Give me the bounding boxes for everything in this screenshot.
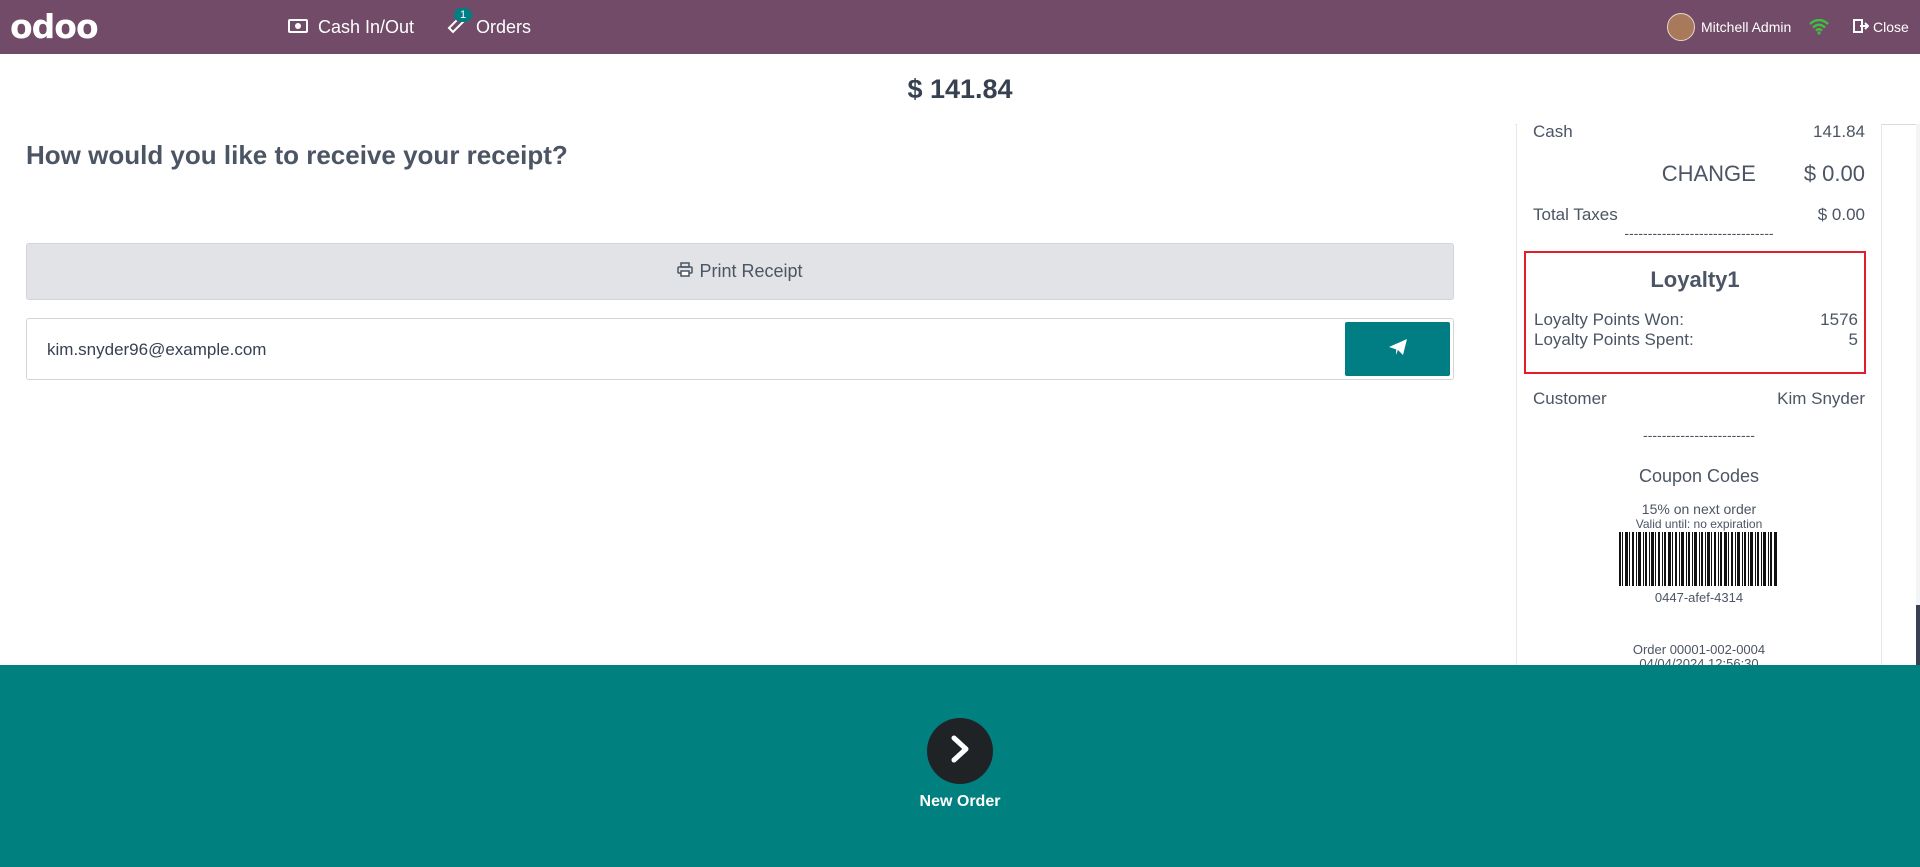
separator: -------------------------------- bbox=[1624, 225, 1774, 241]
print-icon bbox=[677, 261, 694, 282]
coupon-barcode bbox=[1619, 532, 1777, 586]
total-amount-bar: $ 141.84 bbox=[0, 54, 1920, 125]
user-menu[interactable]: Mitchell Admin bbox=[1667, 0, 1791, 54]
close-label: Close bbox=[1873, 19, 1909, 35]
send-email-button[interactable] bbox=[1345, 322, 1450, 376]
loyalty-won-value: 1576 bbox=[1820, 310, 1858, 329]
email-receipt-group bbox=[26, 318, 1454, 380]
wifi-icon bbox=[1809, 0, 1829, 54]
receipt-scrollbar[interactable] bbox=[1916, 124, 1920, 665]
customer-value: Kim Snyder bbox=[1777, 389, 1865, 408]
user-name: Mitchell Admin bbox=[1701, 19, 1792, 35]
loyalty-section: Loyalty1 Loyalty Points Won: 1576 Loyalt… bbox=[1524, 251, 1866, 374]
odoo-logo: odoo bbox=[10, 7, 99, 46]
coupon-description: 15% on next order bbox=[1641, 501, 1757, 517]
new-order-label: New Order bbox=[919, 793, 1001, 810]
loyalty-title: Loyalty1 bbox=[1650, 267, 1740, 292]
email-field[interactable] bbox=[45, 335, 1149, 365]
print-receipt-button[interactable]: Print Receipt bbox=[26, 243, 1454, 300]
sign-out-icon bbox=[1853, 18, 1870, 37]
ticket-icon: 1 bbox=[446, 7, 473, 40]
coupon-title: Coupon Codes bbox=[1638, 466, 1760, 486]
taxes-value: $ 0.00 bbox=[1817, 205, 1865, 224]
new-order-button[interactable] bbox=[927, 718, 993, 784]
cash-row: Cash 141.84 bbox=[1533, 124, 1865, 142]
paper-plane-icon bbox=[1388, 338, 1408, 361]
chevron-right-icon bbox=[949, 735, 971, 768]
cash-icon bbox=[288, 17, 308, 38]
receipt-scrollbar-thumb[interactable] bbox=[1916, 605, 1920, 665]
receipt-question: How would you like to receive your recei… bbox=[26, 140, 568, 170]
top-navbar: odoo Cash In/Out 1 Orders Mitchell Admin… bbox=[0, 0, 1920, 54]
orders-button[interactable]: 1 Orders bbox=[446, 0, 531, 54]
loyalty-won-row: Loyalty Points Won: 1576 bbox=[1534, 310, 1858, 330]
cash-value: 141.84 bbox=[1813, 124, 1865, 141]
taxes-label: Total Taxes bbox=[1533, 205, 1618, 224]
coupon-validity: Valid until: no expiration bbox=[1635, 517, 1763, 531]
loyalty-spent-value: 5 bbox=[1848, 330, 1858, 349]
separator: ------------------------ bbox=[1643, 427, 1755, 443]
loyalty-spent-label: Loyalty Points Spent: bbox=[1534, 330, 1694, 349]
taxes-row: Total Taxes $ 0.00 bbox=[1533, 205, 1865, 225]
orders-count-badge: 1 bbox=[454, 7, 473, 22]
change-label: CHANGE bbox=[1661, 161, 1756, 186]
print-receipt-label: Print Receipt bbox=[699, 261, 803, 281]
cash-in-out-button[interactable]: Cash In/Out bbox=[288, 0, 414, 54]
loyalty-spent-row: Loyalty Points Spent: 5 bbox=[1534, 330, 1858, 350]
customer-row: Customer Kim Snyder bbox=[1533, 389, 1865, 409]
coupon-code: 0447-afef-4314 bbox=[1654, 590, 1744, 605]
loyalty-won-label: Loyalty Points Won: bbox=[1534, 310, 1684, 329]
customer-label: Customer bbox=[1533, 389, 1607, 408]
cash-label: Cash bbox=[1533, 124, 1573, 141]
orders-label: Orders bbox=[476, 16, 532, 37]
order-date: 04/04/2024 12:56:30 bbox=[1639, 656, 1759, 665]
change-value: $ 0.00 bbox=[1803, 161, 1865, 186]
change-row: CHANGE $ 0.00 bbox=[1533, 161, 1865, 187]
close-button[interactable]: Close bbox=[1853, 0, 1909, 54]
order-number: Order 00001-002-0004 bbox=[1632, 642, 1766, 657]
avatar bbox=[1667, 13, 1695, 41]
receipt-preview[interactable]: Cash 141.84 CHANGE $ 0.00 Total Taxes $ … bbox=[1516, 124, 1882, 665]
receipt-options-pane bbox=[0, 124, 1515, 665]
total-amount: $ 141.84 bbox=[907, 73, 1013, 104]
cash-in-out-label: Cash In/Out bbox=[318, 16, 415, 37]
